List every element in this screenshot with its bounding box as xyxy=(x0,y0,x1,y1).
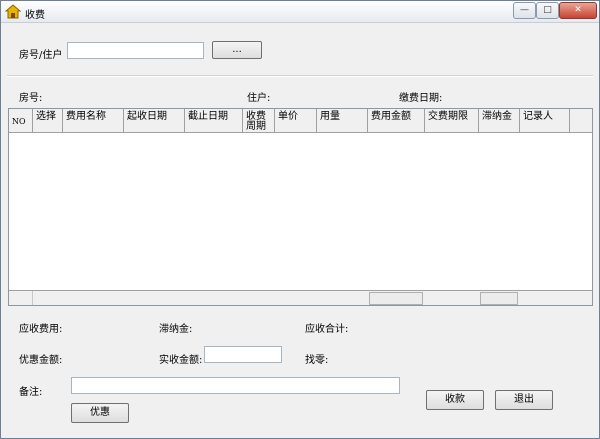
collect-payment-button[interactable]: 收款 xyxy=(426,390,484,410)
column-header-payment-deadline[interactable]: 交费期限 xyxy=(425,109,479,133)
table-summary-row xyxy=(9,290,592,305)
remark-label: 备注: xyxy=(19,387,43,398)
change-label: 找零: xyxy=(305,355,329,366)
summary-cell xyxy=(9,291,33,305)
separator-top xyxy=(7,75,593,77)
column-header-late-fee[interactable]: 滞纳金 xyxy=(479,109,520,133)
room-resident-label: 房号/住户 xyxy=(19,50,63,61)
discount-amount-label: 优惠金额: xyxy=(19,355,63,366)
column-header-start-date[interactable]: 起收日期 xyxy=(124,109,185,133)
column-header-unit-price[interactable]: 单价 xyxy=(275,109,317,133)
remark-input[interactable] xyxy=(71,377,400,394)
column-header-fee-amount[interactable]: 费用金额 xyxy=(368,109,425,133)
discount-button[interactable]: 优惠 xyxy=(71,403,129,423)
column-header-select[interactable]: 选择 xyxy=(33,109,63,133)
column-header-end-date[interactable]: 截止日期 xyxy=(185,109,243,133)
column-header-no[interactable]: NO xyxy=(9,109,33,133)
minimize-button[interactable]: — xyxy=(513,2,536,19)
late-fee-total-cell xyxy=(480,292,518,305)
window-title: 收费 xyxy=(25,10,45,21)
receivable-fee-label: 应收费用: xyxy=(19,324,63,335)
column-header-usage[interactable]: 用量 xyxy=(317,109,368,133)
table-header: NO 选择 费用名称 起收日期 截止日期 收费周期 单价 用量 费用金额 交费期… xyxy=(9,109,592,133)
browse-button[interactable]: ... xyxy=(212,41,262,59)
actual-received-label: 实收金额: xyxy=(159,355,203,366)
column-header-billing-cycle[interactable]: 收费周期 xyxy=(243,109,275,133)
receivable-total-label: 应收合计: xyxy=(305,324,349,335)
payment-date-label: 缴费日期: xyxy=(399,93,443,104)
fee-collection-window: 收费 — □ ✕ 房号/住户 ... 房号: 住户: 缴费日期: NO 选择 费… xyxy=(0,0,600,439)
resident-label: 住户: xyxy=(247,93,271,104)
column-header-fee-name[interactable]: 费用名称 xyxy=(63,109,124,133)
close-button[interactable]: ✕ xyxy=(559,2,597,19)
late-fee-label: 滞纳金: xyxy=(159,324,193,335)
column-header-recorder[interactable]: 记录人 xyxy=(520,109,570,133)
title-bar[interactable]: 收费 — □ ✕ xyxy=(1,1,599,23)
house-app-icon xyxy=(5,4,21,19)
fee-amount-total-cell xyxy=(369,292,423,305)
fee-items-table[interactable]: NO 选择 费用名称 起收日期 截止日期 收费周期 单价 用量 费用金额 交费期… xyxy=(8,108,593,306)
maximize-button[interactable]: □ xyxy=(536,2,559,19)
exit-button[interactable]: 退出 xyxy=(495,390,553,410)
room-resident-input[interactable] xyxy=(67,42,204,59)
room-number-label: 房号: xyxy=(19,93,43,104)
actual-received-input[interactable] xyxy=(204,346,282,363)
